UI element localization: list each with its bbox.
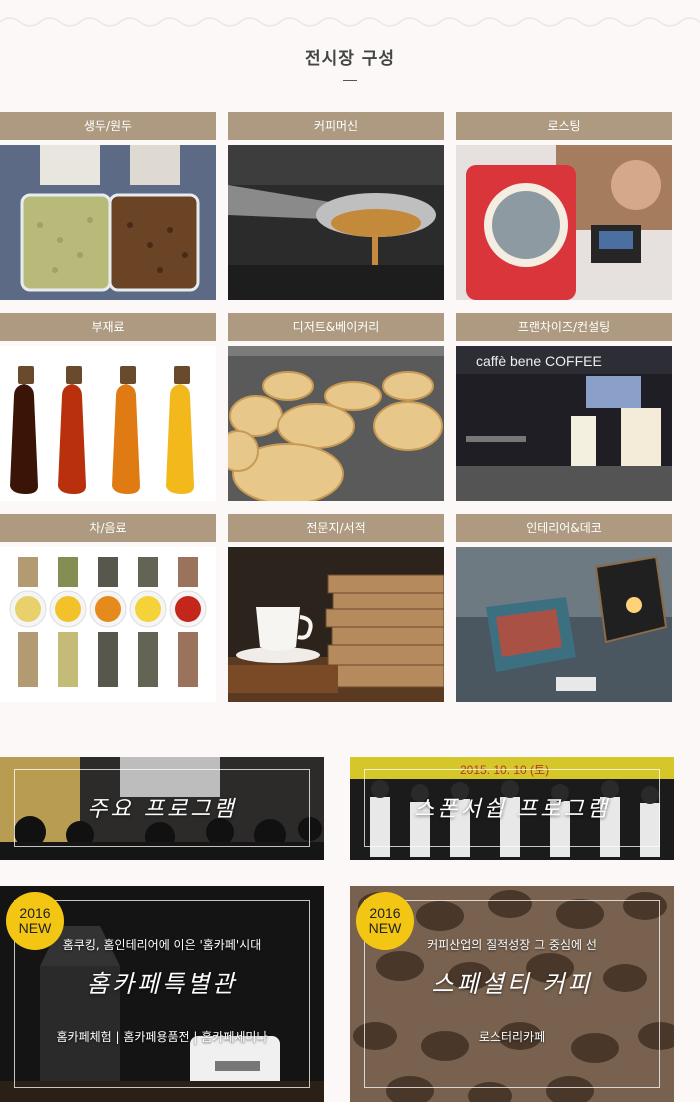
badge-year: 2016 [369, 905, 401, 921]
green-beans-image [0, 145, 216, 300]
tile-label: 인테리어&데코 [456, 514, 672, 542]
tile-label: 커피머신 [228, 112, 444, 140]
tile-interior-deco[interactable]: 인테리어&데코 [456, 514, 672, 702]
interior-image [456, 547, 672, 702]
tile-label: 프랜차이즈/컨설팅 [456, 313, 672, 341]
roasting-image [456, 145, 672, 300]
tile-label: 부재료 [0, 313, 216, 341]
banner-tagline: 홈쿠킹, 홈인테리어에 이은 '홈카페'시대 [62, 938, 262, 952]
banner-links: 홈카페체험 | 홈카페용품전 | 홈카페세미나 [56, 1030, 268, 1044]
franchise-booth-image: caffè bene COFFEE [456, 346, 672, 501]
section-title: 전시장 구성 [304, 49, 396, 69]
wavy-top-border [0, 17, 700, 27]
badge-new: NEW [368, 920, 402, 936]
coffee-machine-image [228, 145, 444, 300]
tile-label: 생두/원두 [0, 112, 216, 140]
tile-ingredients[interactable]: 부재료 [0, 313, 216, 501]
title-divider [343, 80, 357, 81]
tile-tea-beverage[interactable]: 차/음료 [0, 514, 216, 702]
banner-title: 홈카페특별관 [86, 970, 238, 998]
banner-title: 스페셜티 커피 [431, 970, 593, 998]
badge-year: 2016 [19, 905, 51, 921]
tile-label: 전문지/서적 [228, 514, 444, 542]
sponsorship-program-banner[interactable]: 2015. 10. 10 (토) 스폰서쉽 프로그램 [350, 757, 674, 860]
tile-green-beans[interactable]: 생두/원두 [0, 112, 216, 300]
tile-label: 로스팅 [456, 112, 672, 140]
tile-dessert-bakery[interactable]: 디저트&베이커리 [228, 313, 444, 501]
svg-text:caffè bene COFFEE: caffè bene COFFEE [476, 353, 602, 369]
tile-roasting[interactable]: 로스팅 [456, 112, 672, 300]
tile-label: 차/음료 [0, 514, 216, 542]
banner-title: 스폰서쉽 프로그램 [414, 797, 610, 822]
tile-magazines-books[interactable]: 전문지/서적 [228, 514, 444, 702]
specialty-coffee-banner[interactable]: 2016 NEW 커피산업의 질적성장 그 중심에 선 스페셜티 커피 로스터리… [350, 886, 674, 1102]
books-image [228, 547, 444, 702]
banner-title: 주요 프로그램 [87, 797, 237, 822]
home-cafe-banner[interactable]: 2016 NEW 홈쿠킹, 홈인테리어에 이은 '홈카페'시대 홈카페특별관 홈… [0, 886, 324, 1102]
main-program-banner[interactable]: 주요 프로그램 [0, 757, 324, 860]
bakery-image [228, 346, 444, 501]
tea-image [0, 547, 216, 702]
tile-coffee-machine[interactable]: 커피머신 [228, 112, 444, 300]
banner-tagline: 커피산업의 질적성장 그 중심에 선 [427, 938, 597, 952]
tile-label: 디저트&베이커리 [228, 313, 444, 341]
badge-new: NEW [18, 920, 52, 936]
tile-franchise[interactable]: 프랜차이즈/컨설팅 caffè bene COFFEE [456, 313, 672, 501]
syrup-bottles-image [0, 346, 216, 501]
banner-links: 로스터리카페 [478, 1030, 546, 1044]
